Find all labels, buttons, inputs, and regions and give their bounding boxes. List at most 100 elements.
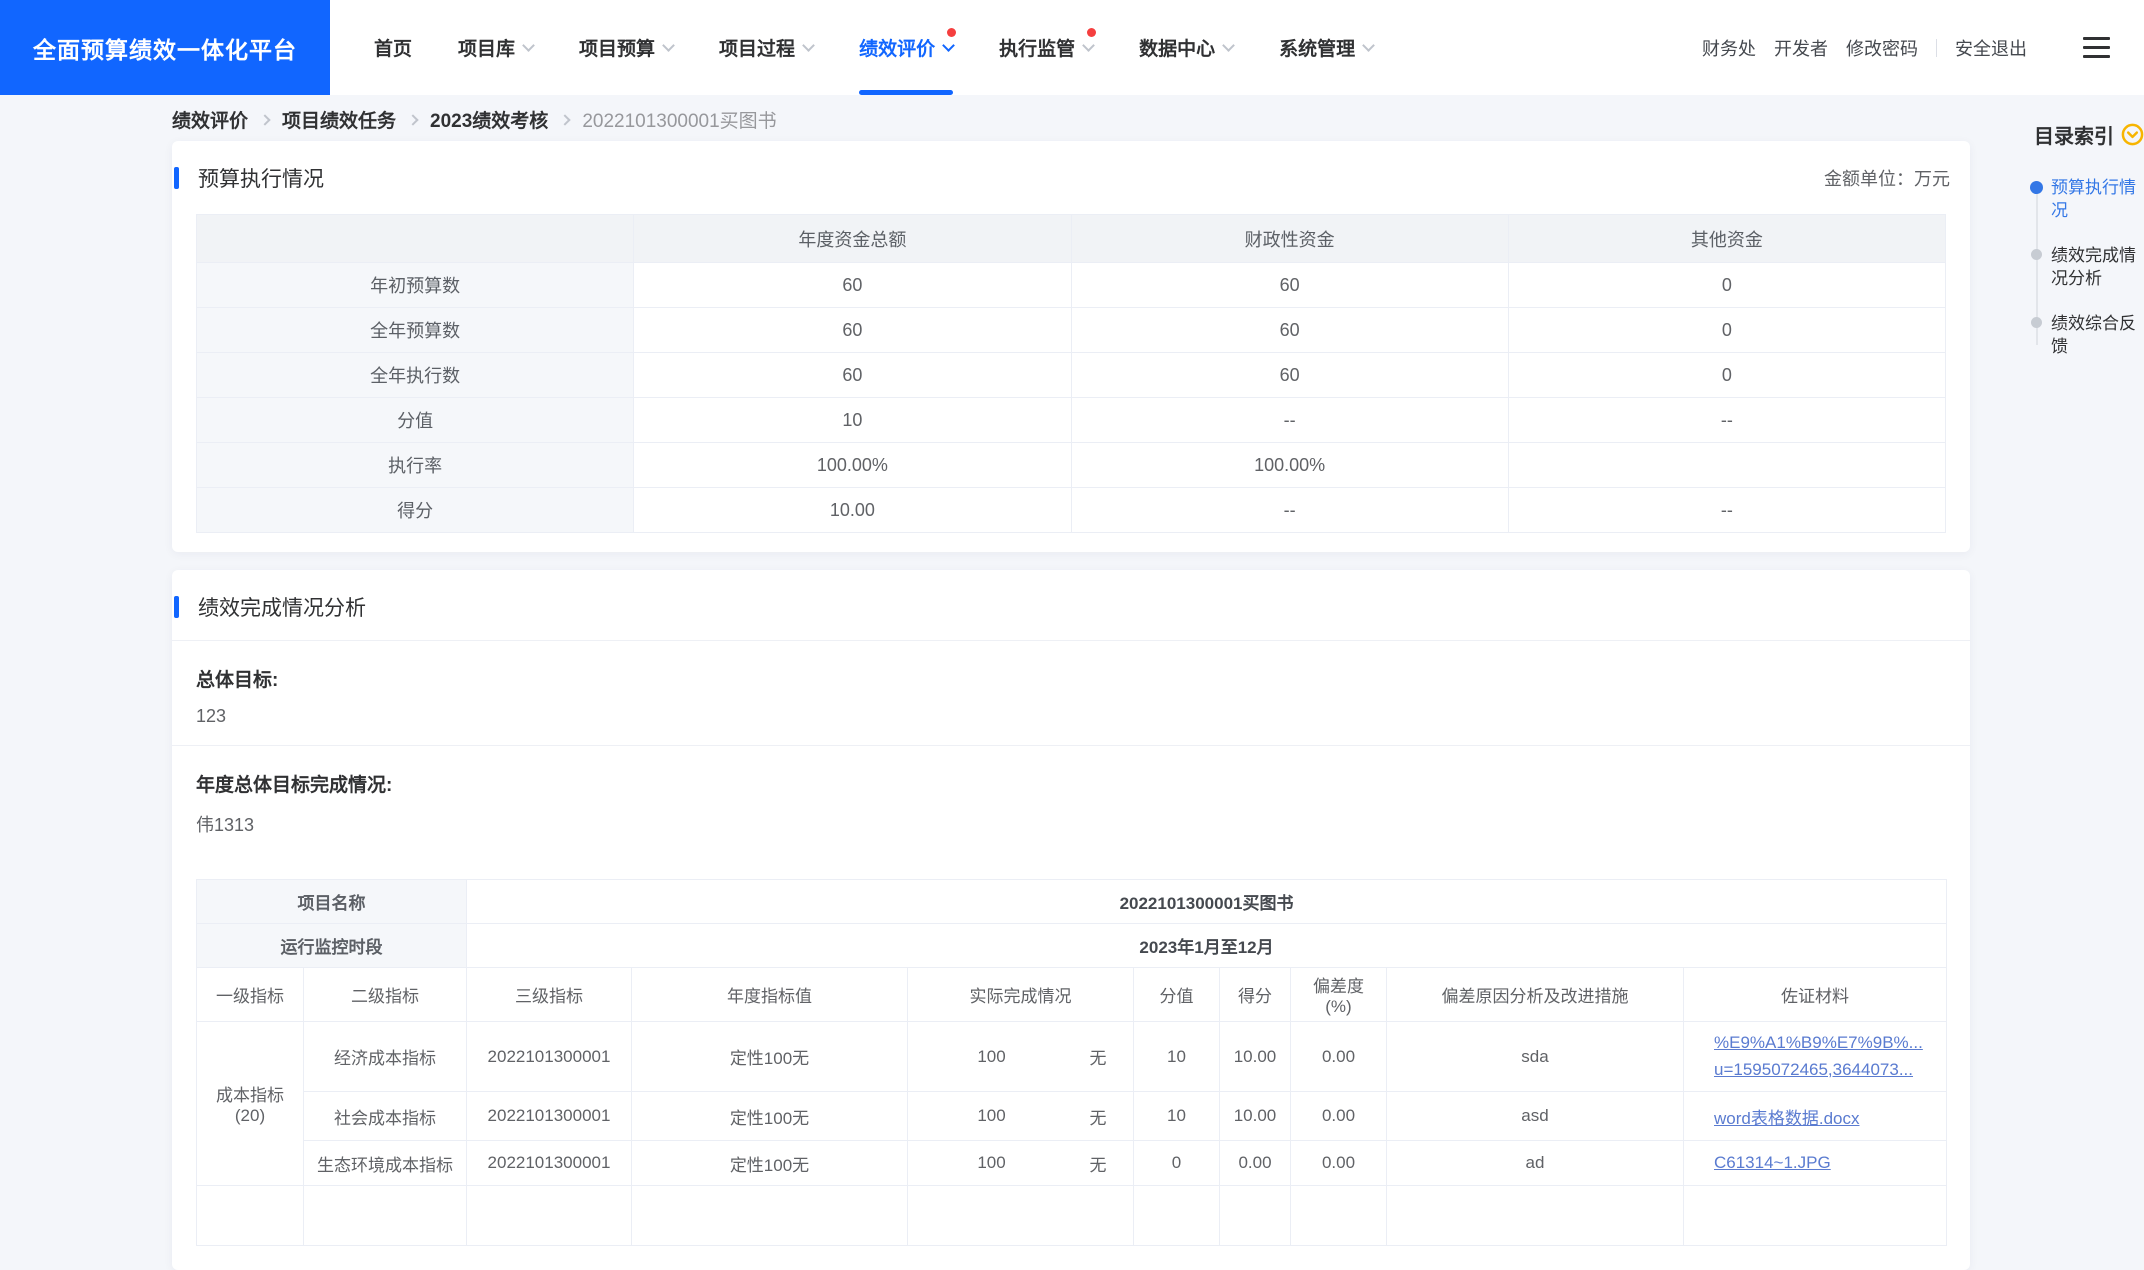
breadcrumb-current: 2022101300001买图书	[582, 106, 776, 133]
annual-target-value: 定性100无	[632, 1141, 908, 1186]
budget-table: 年度资金总额 财政性资金 其他资金 年初预算数 60 60 0 全年预算数 60…	[196, 214, 1946, 533]
section-header: 绩效完成情况分析	[172, 570, 1970, 622]
column-header	[197, 215, 634, 263]
score-value: 0.00	[1220, 1141, 1291, 1186]
performance-analysis-card: 绩效完成情况分析 总体目标: 123 年度总体目标完成情况: 伟1313 项目名…	[172, 570, 1970, 1270]
deviation-analysis: sda	[1387, 1022, 1684, 1092]
table-row: 全年执行数 60 60 0	[197, 353, 1946, 398]
nav-item-label: 数据中心	[1139, 34, 1215, 61]
nav-item-system-management[interactable]: 系统管理	[1279, 0, 1373, 95]
section-title: 预算执行情况	[198, 163, 324, 193]
toc-item-budget-execution[interactable]: 预算执行情况	[2024, 176, 2144, 223]
table-cell: --	[1071, 398, 1508, 443]
logout-link[interactable]: 安全退出	[1955, 35, 2027, 61]
supporting-materials-cell: word表格数据.docx	[1684, 1092, 1947, 1141]
nav-item-project-process[interactable]: 项目过程	[719, 0, 813, 95]
table-cell: 60	[1071, 263, 1508, 308]
column-header: 年度指标值	[632, 968, 908, 1022]
annual-target-value: 定性100无	[632, 1092, 908, 1141]
attachment-link[interactable]: %E9%A1%B9%E7%9B%...	[1714, 1033, 1940, 1053]
indicator-row: 成本指标 (20) 经济成本指标 2022101300001 定性100无 10…	[197, 1022, 1947, 1092]
table-cell: 60	[634, 353, 1071, 398]
annual-completion-block: 年度总体目标完成情况: 伟1313	[172, 746, 1970, 855]
table-row: 全年预算数 60 60 0	[197, 308, 1946, 353]
column-header: 二级指标	[304, 968, 467, 1022]
collapse-circle-icon[interactable]	[2121, 123, 2144, 146]
toc-panel: 目录索引 预算执行情况 绩效完成情况分析 绩效综合反馈	[2024, 120, 2144, 380]
actual-value: 100	[914, 1047, 1069, 1067]
score-value: 10.00	[1220, 1092, 1291, 1141]
toc-item-comprehensive-feedback[interactable]: 绩效综合反馈	[2024, 312, 2144, 359]
project-name-row: 项目名称 2022101300001买图书	[197, 880, 1947, 924]
secondary-indicator: 生态环境成本指标	[304, 1141, 467, 1186]
change-password-link[interactable]: 修改密码	[1846, 35, 1918, 61]
main-menu: 首页 项目库 项目预算 项目过程 绩效评价 执行监管 数据中心	[374, 0, 1373, 95]
actual-unit: 无	[1069, 1151, 1127, 1176]
table-cell: 10	[634, 398, 1071, 443]
weight-value: 10	[1134, 1022, 1220, 1092]
tertiary-indicator: 2022101300001	[467, 1141, 632, 1186]
top-navigation: 全面预算绩效一体化平台 首页 项目库 项目预算 项目过程 绩效评价 执行监管	[0, 0, 2144, 95]
user-area: 财务处 开发者 修改密码 安全退出	[1684, 35, 2144, 61]
user-department: 财务处	[1702, 35, 1756, 61]
breadcrumb: 绩效评价 项目绩效任务 2023绩效考核 2022101300001买图书	[172, 106, 777, 133]
nav-item-data-center[interactable]: 数据中心	[1139, 0, 1233, 95]
actual-unit: 无	[1069, 1104, 1127, 1129]
nav-item-performance-evaluation[interactable]: 绩效评价	[859, 0, 953, 95]
actual-value: 100	[914, 1106, 1069, 1126]
table-header-row: 一级指标 二级指标 三级指标 年度指标值 实际完成情况 分值 得分 偏差度 (%…	[197, 968, 1947, 1022]
indicator-table: 项目名称 2022101300001买图书 运行监控时段 2023年1月至12月…	[196, 879, 1947, 1246]
table-cell: 100.00%	[1071, 443, 1508, 488]
indicator-row-partial	[197, 1186, 1947, 1246]
section-title: 绩效完成情况分析	[198, 592, 366, 622]
overall-goal-label: 总体目标:	[196, 665, 1946, 692]
actual-completion-cell: 100 无	[908, 1092, 1134, 1141]
table-cell	[1508, 443, 1945, 488]
deviation-analysis: ad	[1387, 1141, 1684, 1186]
row-label: 执行率	[197, 443, 634, 488]
table-cell: 60	[634, 263, 1071, 308]
column-header: 得分	[1220, 968, 1291, 1022]
indicator-row: 社会成本指标 2022101300001 定性100无 100 无 10 10.…	[197, 1092, 1947, 1141]
table-row: 年初预算数 60 60 0	[197, 263, 1946, 308]
toc-item-performance-analysis[interactable]: 绩效完成情况分析	[2024, 244, 2144, 291]
app-logo: 全面预算绩效一体化平台	[0, 0, 330, 95]
column-header: 年度资金总额	[634, 215, 1071, 263]
nav-item-home[interactable]: 首页	[374, 0, 412, 95]
attachment-link[interactable]: u=1595072465,3644073...	[1714, 1060, 1940, 1080]
chevron-down-icon	[1222, 39, 1235, 52]
table-row: 分值 10 -- --	[197, 398, 1946, 443]
breadcrumb-item[interactable]: 绩效评价	[172, 106, 248, 133]
toc-dot-icon	[2030, 181, 2043, 194]
column-header: 分值	[1134, 968, 1220, 1022]
toc-item-label: 绩效综合反馈	[2051, 314, 2136, 356]
chevron-down-icon	[1082, 39, 1095, 52]
column-header: 偏差度 (%)	[1291, 968, 1387, 1022]
toc-dot-icon	[2031, 249, 2042, 260]
chevron-down-icon	[522, 39, 535, 52]
chevron-right-icon	[560, 114, 571, 125]
overall-goal-value: 123	[196, 706, 1946, 727]
nav-item-label: 首页	[374, 34, 412, 61]
attachment-link[interactable]: word表格数据.docx	[1714, 1104, 1940, 1129]
chevron-down-icon	[942, 39, 955, 52]
toc-dot-icon	[2031, 317, 2042, 328]
nav-item-execution-supervision[interactable]: 执行监管	[999, 0, 1093, 95]
nav-item-project-budget[interactable]: 项目预算	[579, 0, 673, 95]
nav-item-label: 项目过程	[719, 34, 795, 61]
column-header: 偏差原因分析及改进措施	[1387, 968, 1684, 1022]
breadcrumb-item[interactable]: 2023绩效考核	[430, 106, 548, 133]
weight-value: 0	[1134, 1141, 1220, 1186]
table-cell: 10.00	[634, 488, 1071, 533]
attachment-link[interactable]: C61314~1.JPG	[1714, 1153, 1940, 1173]
nav-item-label: 执行监管	[999, 34, 1075, 61]
tertiary-indicator: 2022101300001	[467, 1022, 632, 1092]
nav-item-label: 项目库	[458, 34, 515, 61]
nav-item-project-library[interactable]: 项目库	[458, 0, 533, 95]
table-row: 执行率 100.00% 100.00%	[197, 443, 1946, 488]
annual-completion-label: 年度总体目标完成情况:	[196, 770, 1946, 797]
section-header: 预算执行情况 金额单位：万元	[172, 141, 1970, 193]
breadcrumb-item[interactable]: 项目绩效任务	[282, 106, 396, 133]
hamburger-menu-icon[interactable]	[2083, 37, 2110, 58]
annual-target-value: 定性100无	[632, 1022, 908, 1092]
